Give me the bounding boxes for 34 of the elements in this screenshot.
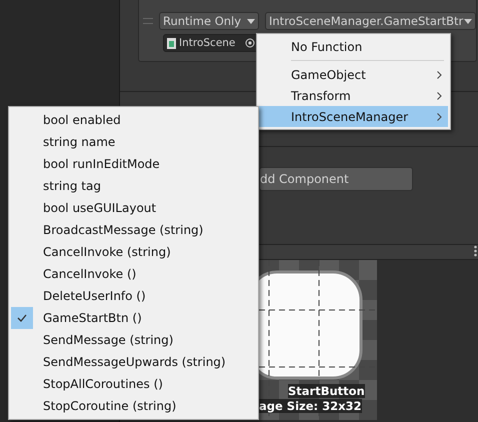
menu-item[interactable]: DeleteUserInfo () [11, 285, 256, 307]
runtime-dropdown[interactable]: Runtime Only [159, 12, 259, 30]
drag-handle-icon[interactable] [143, 18, 153, 24]
menu-item[interactable]: IntroSceneManager [259, 106, 448, 127]
chevron-right-icon [437, 92, 442, 100]
menu-item[interactable]: string name [11, 131, 256, 153]
more-icon[interactable] [474, 245, 477, 257]
menu-item[interactable]: BroadcastMessage (string) [11, 219, 256, 241]
menu-item[interactable]: StopCoroutine (string) [11, 395, 256, 417]
menu-item[interactable]: SendMessage (string) [11, 329, 256, 351]
menu-item[interactable]: GameObject [259, 64, 448, 85]
caret-icon [464, 18, 472, 24]
menu-item[interactable]: bool useGUILayout [11, 197, 256, 219]
chevron-right-icon [437, 112, 442, 120]
target-icon[interactable] [245, 38, 255, 48]
object-field[interactable]: IntroScene [163, 34, 259, 52]
chevron-right-icon [437, 70, 442, 78]
menu-item[interactable]: CancelInvoke () [11, 263, 256, 285]
sprite-name: StartButton [288, 384, 365, 398]
function-dropdown[interactable]: IntroSceneManager.GameStartBtr [265, 12, 476, 30]
add-component-button[interactable]: dd Component [259, 167, 413, 191]
script-icon [167, 38, 176, 48]
menu-item[interactable]: SendMessageUpwards (string) [11, 351, 256, 373]
menu-item[interactable]: Transform [259, 85, 448, 106]
caret-icon [247, 18, 255, 24]
menu-item[interactable]: CancelInvoke (string) [11, 241, 256, 263]
menu-item[interactable]: No Function [259, 36, 448, 57]
checkmark-icon [17, 314, 27, 322]
menu-item[interactable]: bool runInEditMode [11, 153, 256, 175]
image-size-label: age Size: 32x32 [259, 399, 362, 413]
menu-item[interactable]: GameStartBtn () [11, 307, 256, 329]
menu-item[interactable]: StopAllCoroutines () [11, 373, 256, 395]
menu-item[interactable]: bool enabled [11, 109, 256, 131]
menu-item[interactable]: string tag [11, 175, 256, 197]
